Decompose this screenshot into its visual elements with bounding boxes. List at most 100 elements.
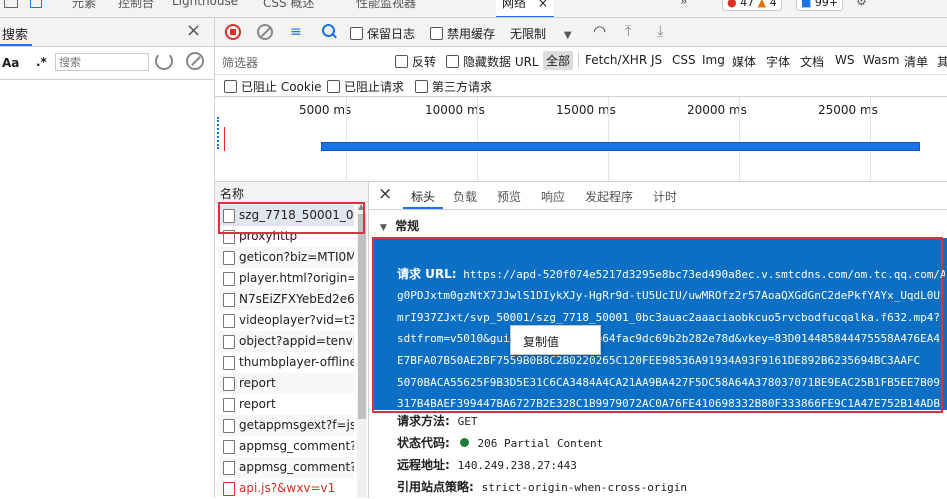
invert-checkbox[interactable]: 反转 (395, 53, 436, 70)
timeline-overview[interactable]: 5000 ms 10000 ms 15000 ms 20000 ms 25000… (215, 97, 947, 182)
wifi-settings-icon[interactable]: ◠ (593, 22, 606, 40)
request-list-scrollbar[interactable]: ▲ (357, 202, 367, 498)
filter-js[interactable]: JS (651, 53, 662, 67)
filter-manifest[interactable]: 清单 (904, 53, 928, 70)
request-url-line: https://apd-520f074e5217d3295e8bc73ed490… (463, 267, 945, 281)
detail-tab-initiator[interactable]: 发起程序 (585, 188, 633, 205)
search-panel: 搜索 × Aa .* (0, 18, 214, 498)
context-menu-copy-value[interactable]: 复制值 (523, 333, 559, 350)
file-icon (223, 251, 235, 265)
filter-font[interactable]: 字体 (766, 53, 790, 70)
file-icon (223, 356, 235, 370)
filter-ws[interactable]: WS (835, 53, 854, 67)
search-panel-title[interactable]: 搜索 (2, 24, 28, 43)
error-badge[interactable]: ● 47 ▲ 4 (722, 0, 782, 11)
request-row[interactable]: object?appid=tenvideo (218, 331, 354, 352)
device-icon[interactable] (30, 0, 42, 8)
request-row[interactable]: getappmsgext?f=json (218, 415, 354, 436)
file-icon (223, 293, 235, 307)
checkbox-box[interactable] (224, 80, 237, 93)
detail-tab-timing[interactable]: 计时 (653, 188, 677, 205)
third-party-checkbox[interactable]: 第三方请求 (415, 78, 492, 95)
request-row[interactable]: player.html?origin=https (218, 268, 354, 289)
file-icon (223, 482, 235, 496)
remote-address-row: 远程地址: 140.249.238.27:443 (397, 458, 577, 472)
request-row[interactable]: report (218, 373, 354, 394)
request-row[interactable]: geticon?biz=MTI0MDg (218, 247, 354, 268)
close-icon[interactable]: × (538, 0, 548, 10)
filter-icon[interactable]: ≡ (290, 24, 302, 40)
request-row[interactable]: report (218, 394, 354, 415)
filter-all-button[interactable]: 全部 (543, 51, 574, 70)
close-search-icon[interactable]: × (186, 20, 201, 41)
regex-toggle[interactable]: .* (36, 55, 47, 69)
info-badge[interactable]: ■ 99+ (796, 0, 844, 11)
filter-fetch-xhr[interactable]: Fetch/XHR (585, 53, 647, 67)
tab-elements[interactable]: 元素 (72, 0, 96, 11)
filter-wasm[interactable]: Wasm (863, 53, 899, 67)
hide-data-url-checkbox[interactable]: 隐藏数据 URL (446, 53, 539, 70)
list-detail-divider[interactable] (368, 182, 369, 498)
request-url-line: g0PDJxtm0gzNtX7JJwlS1DIykXJy-HgRr9d-tU5U… (397, 289, 941, 303)
close-detail-icon[interactable]: × (378, 184, 392, 204)
settings-icon[interactable]: ⚙ (856, 0, 867, 8)
request-row[interactable]: N7sEiZFXYebEd2e6Gfi (218, 289, 354, 310)
search-input[interactable] (55, 53, 149, 71)
file-icon (223, 398, 235, 412)
filter-media[interactable]: 媒体 (732, 53, 756, 70)
detail-tab-headers[interactable]: 标头 (411, 188, 435, 205)
blocked-cookies-checkbox[interactable]: 已阻止 Cookie (224, 78, 322, 95)
tab-css-overview[interactable]: CSS 概述 (263, 0, 314, 11)
throttle-select[interactable]: 无限制 ▼ (510, 25, 572, 42)
request-row[interactable]: thumbplayer-offline-log (218, 352, 354, 373)
detail-tab-payload[interactable]: 负载 (453, 188, 477, 205)
more-tabs-icon[interactable]: » (680, 0, 687, 8)
request-name: report (239, 376, 276, 390)
network-toolbar: ≡ 保留日志 禁用缓存 无限制 ▼ ◠ ⤒ ⤓ (215, 18, 947, 47)
preserve-log-checkbox[interactable]: 保留日志 (350, 25, 415, 42)
match-case-toggle[interactable]: Aa (2, 56, 19, 70)
filter-doc[interactable]: 文档 (800, 53, 824, 70)
tab-performance-monitor[interactable]: 性能监视器 (356, 0, 416, 11)
filter-other[interactable]: 其 (937, 53, 947, 70)
upload-icon[interactable]: ⤒ (625, 22, 632, 40)
blocked-requests-checkbox[interactable]: 已阻止请求 (327, 78, 404, 95)
filter-img[interactable]: Img (702, 53, 725, 67)
request-url-block[interactable]: 请求 URL: https://apd-520f074e5217d3295e8b… (397, 242, 945, 436)
request-row[interactable]: appmsg_comment?action (218, 457, 354, 478)
filter-sep (578, 52, 579, 68)
timeline-gridline (346, 97, 347, 181)
timeline-request-bar (321, 142, 920, 151)
filter-css[interactable]: CSS (672, 53, 696, 67)
inspect-icon[interactable] (4, 0, 18, 8)
request-row[interactable]: videoplayer?vid=t3362 (218, 310, 354, 331)
scrollbar-thumb[interactable] (358, 214, 366, 419)
checkbox-box[interactable] (350, 27, 363, 40)
timeline-tick-label: 5000 ms (299, 103, 352, 117)
request-row[interactable]: appmsg_comment?action (218, 436, 354, 457)
file-icon (223, 335, 235, 349)
checkbox-box[interactable] (415, 80, 428, 93)
request-name: appmsg_comment?action (239, 460, 354, 474)
detail-tab-response[interactable]: 响应 (541, 188, 565, 205)
checkbox-box[interactable] (430, 27, 443, 40)
filter-input[interactable]: 筛选器 (222, 54, 258, 71)
download-icon[interactable]: ⤓ (657, 22, 664, 40)
refresh-icon[interactable] (155, 52, 173, 70)
checkbox-box[interactable] (327, 80, 340, 93)
request-list-header[interactable]: 名称 (215, 182, 368, 203)
disable-cache-checkbox[interactable]: 禁用缓存 (430, 25, 495, 42)
search-tab-underline (0, 44, 32, 46)
general-section-header[interactable]: ▼ 常规 (380, 217, 419, 234)
tab-lighthouse[interactable]: Lighthouse (172, 0, 238, 8)
request-name: getappmsgext?f=json (239, 418, 354, 432)
checkbox-box[interactable] (446, 55, 459, 68)
top-tab-strip: 元素 控制台 Lighthouse CSS 概述 性能监视器 网络 × » ● … (0, 0, 947, 18)
request-row[interactable]: api.js?&wxv=v1 (218, 478, 354, 499)
checkbox-box[interactable] (395, 55, 408, 68)
tab-console[interactable]: 控制台 (118, 0, 154, 11)
detail-tab-preview[interactable]: 预览 (497, 188, 521, 205)
tab-network[interactable]: 网络 × (496, 0, 554, 17)
detail-tabs: × 标头 负载 预览 响应 发起程序 计时 (369, 182, 947, 210)
request-name: player.html?origin=https (239, 271, 354, 285)
